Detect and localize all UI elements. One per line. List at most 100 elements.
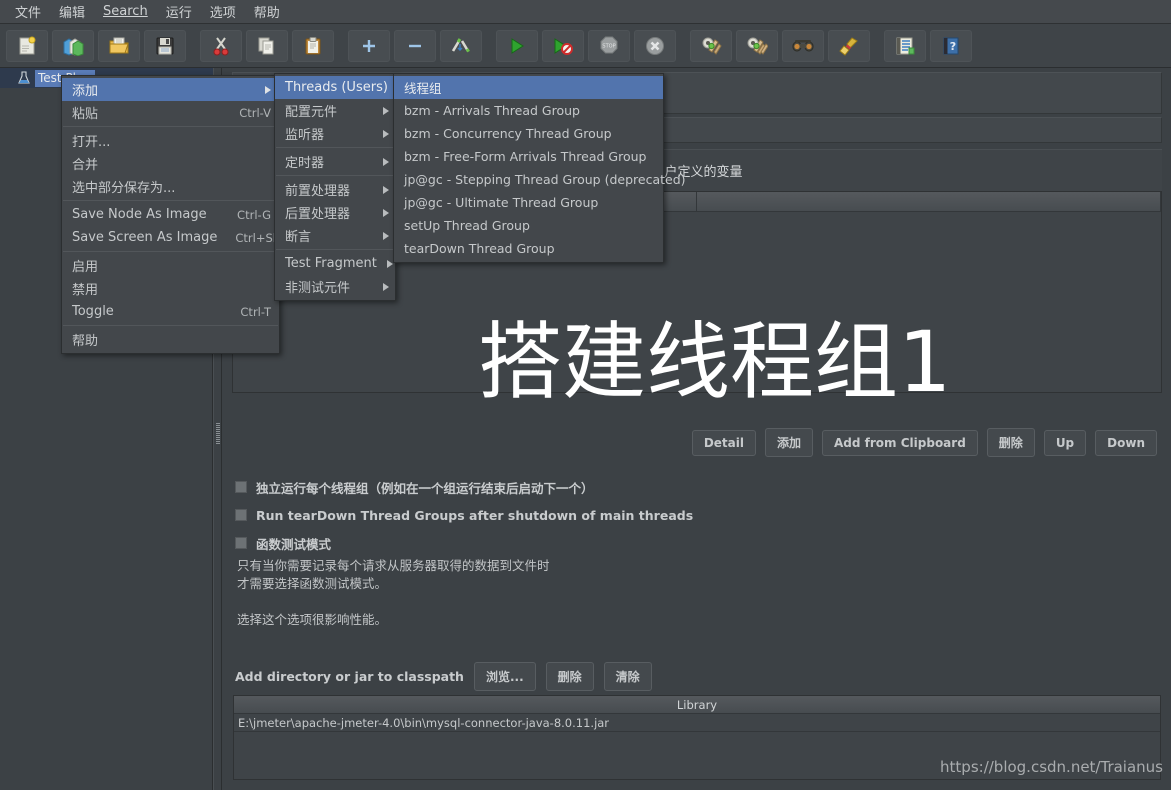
new-icon[interactable] [6,29,48,62]
detail-button[interactable]: Detail [691,429,756,456]
add-submenu-item-threads[interactable]: Threads (Users) [275,76,404,99]
context-menu-item-merge[interactable]: 合并 [62,152,279,175]
threads-submenu-item-jpgc-stepping[interactable]: jp@gc - Stepping Thread Group (deprecate… [394,168,686,191]
functional-mode-note-line3: 选择这个选项很影响性能。 [237,612,388,627]
chevron-right-icon [383,185,389,194]
threads-submenu-item-jpgc-stepping-label: jp@gc - Stepping Thread Group (deprecate… [404,172,686,187]
udv-column-value[interactable] [697,192,1161,211]
classpath-row: Add directory or jar to classpath 浏览... … [235,662,652,691]
search-icon[interactable] [782,29,824,62]
templates-icon[interactable] [52,29,94,62]
threads-submenu-item-thread-group[interactable]: 线程组 [394,76,663,99]
threads-submenu-item-setup-thread-group[interactable]: setUp Thread Group [394,214,663,237]
svg-text:STOP: STOP [602,43,615,49]
option-run-teardown-groups[interactable]: Run tearDown Thread Groups after shutdow… [235,501,1155,529]
test-plan-options: 独立运行每个线程组（例如在一个组运行结束后启动下一个） Run tearDown… [235,473,1155,629]
add-submenu-item-timer[interactable]: 定时器 [275,150,395,173]
chevron-right-icon [265,85,271,94]
toggle-icon[interactable] [440,29,482,62]
reset-search-icon[interactable] [828,29,870,62]
stop-icon[interactable]: STOP [588,29,630,62]
checkbox-run-groups-consecutively[interactable] [235,481,247,493]
function-helper-icon[interactable] [884,29,926,62]
context-menu-item-help-label: 帮助 [72,334,99,349]
paste-icon[interactable] [292,29,334,62]
jmeter-window: 文件 编辑 Search 运行 选项 帮助 STOP ? Test 用户定义的变… [0,0,1171,790]
threads-submenu-item-jpgc-ultimate-label: jp@gc - Ultimate Thread Group [404,195,599,210]
collapse-all-icon[interactable] [394,29,436,62]
add-submenu-item-listener-label: 监听器 [285,128,325,143]
add-submenu-item-timer-label: 定时器 [285,156,325,171]
context-menu-item-open[interactable]: 打开... [62,129,279,152]
threads-submenu-item-teardown-thread-group-label: tearDown Thread Group [404,241,555,256]
checkbox-run-teardown-groups[interactable] [235,509,247,521]
menu-options[interactable]: 选项 [201,0,245,24]
context-menu-item-disable[interactable]: 禁用 [62,277,279,300]
add-submenu-item-post-processor[interactable]: 后置处理器 [275,201,395,224]
context-menu-item-help[interactable]: 帮助 [62,328,279,351]
context-menu-item-toggle[interactable]: Toggle Ctrl-T [62,300,279,323]
functional-mode-note-line2: 才需要选择函数测试模式。 [237,576,388,591]
menu-edit[interactable]: 编辑 [50,0,94,24]
context-menu-item-save-node-as-image-label: Save Node As Image [72,207,207,222]
menu-help[interactable]: 帮助 [245,0,289,24]
menu-file[interactable]: 文件 [6,0,50,24]
add-submenu-item-config-element-label: 配置元件 [285,105,338,120]
context-menu-item-save-selection-as[interactable]: 选中部分保存为... [62,175,279,198]
start-icon[interactable] [496,29,538,62]
classpath-label: Add directory or jar to classpath [235,669,464,684]
test-plan-icon [16,70,32,86]
threads-submenu-item-teardown-thread-group[interactable]: tearDown Thread Group [394,237,663,260]
classpath-clear-button[interactable]: 清除 [603,662,652,691]
option-functional-test-mode[interactable]: 函数测试模式 [235,529,1155,557]
udv-action-buttons: Detail 添加 Add from Clipboard 删除 Up Down [691,428,1157,457]
add-submenu-item-non-test-elements[interactable]: 非测试元件 [275,275,395,298]
down-button[interactable]: Down [1095,429,1157,456]
threads-submenu-item-bzm-concurrency-label: bzm - Concurrency Thread Group [404,126,612,141]
add-submenu-item-test-fragment[interactable]: Test Fragment [275,252,395,275]
start-no-pause-icon[interactable] [542,29,584,62]
up-button[interactable]: Up [1043,429,1087,456]
browse-button[interactable]: 浏览... [473,662,536,691]
add-submenu-item-listener[interactable]: 监听器 [275,122,395,145]
context-menu-item-toggle-label: Toggle [72,304,114,319]
threads-submenu-item-bzm-arrivals[interactable]: bzm - Arrivals Thread Group [394,99,663,122]
shutdown-icon[interactable] [634,29,676,62]
classpath-delete-button[interactable]: 删除 [545,662,594,691]
add-button[interactable]: 添加 [765,428,814,457]
context-menu-item-save-node-as-image[interactable]: Save Node As Image Ctrl-G [62,203,279,226]
menu-options-label: 选项 [209,6,236,21]
add-submenu-item-config-element[interactable]: 配置元件 [275,99,395,122]
checkbox-functional-test-mode[interactable] [235,537,247,549]
help-icon[interactable]: ? [930,29,972,62]
delete-button[interactable]: 删除 [986,428,1035,457]
context-menu-item-paste[interactable]: 粘贴 Ctrl-V [62,101,279,124]
copy-icon[interactable] [246,29,288,62]
threads-submenu-item-bzm-concurrency[interactable]: bzm - Concurrency Thread Group [394,122,663,145]
library-table-header[interactable]: Library [234,696,1160,714]
add-submenu-item-pre-processor[interactable]: 前置处理器 [275,178,395,201]
library-column-label: Library [676,697,718,712]
context-menu-item-enable-label: 启用 [72,260,99,275]
context-menu-item-save-screen-as-image[interactable]: Save Screen As Image Ctrl+Shift-G [62,226,305,249]
menu-run[interactable]: 运行 [157,0,201,24]
threads-submenu-item-bzm-free-form-arrivals[interactable]: bzm - Free-Form Arrivals Thread Group [394,145,663,168]
add-submenu-item-assertions[interactable]: 断言 [275,224,395,247]
toolbar: STOP ? [0,24,1171,68]
clear-icon[interactable] [690,29,732,62]
menu-search[interactable]: Search [94,1,157,22]
option-run-groups-consecutively[interactable]: 独立运行每个线程组（例如在一个组运行结束后启动下一个） [235,473,1155,501]
option-run-groups-consecutively-label: 独立运行每个线程组（例如在一个组运行结束后启动下一个） [256,480,594,496]
open-icon[interactable] [98,29,140,62]
chevron-right-icon [383,129,389,138]
expand-all-icon[interactable] [348,29,390,62]
threads-submenu-item-jpgc-ultimate[interactable]: jp@gc - Ultimate Thread Group [394,191,663,214]
clear-all-icon[interactable] [736,29,778,62]
cut-icon[interactable] [200,29,242,62]
library-table-row[interactable]: E:\jmeter\apache-jmeter-4.0\bin\mysql-co… [234,714,1160,732]
add-from-clipboard-button[interactable]: Add from Clipboard [822,429,978,456]
context-menu-item-add[interactable]: 添加 [62,78,279,101]
context-menu-item-add-label: 添加 [72,84,99,99]
save-icon[interactable] [144,29,186,62]
context-menu-item-enable[interactable]: 启用 [62,254,279,277]
